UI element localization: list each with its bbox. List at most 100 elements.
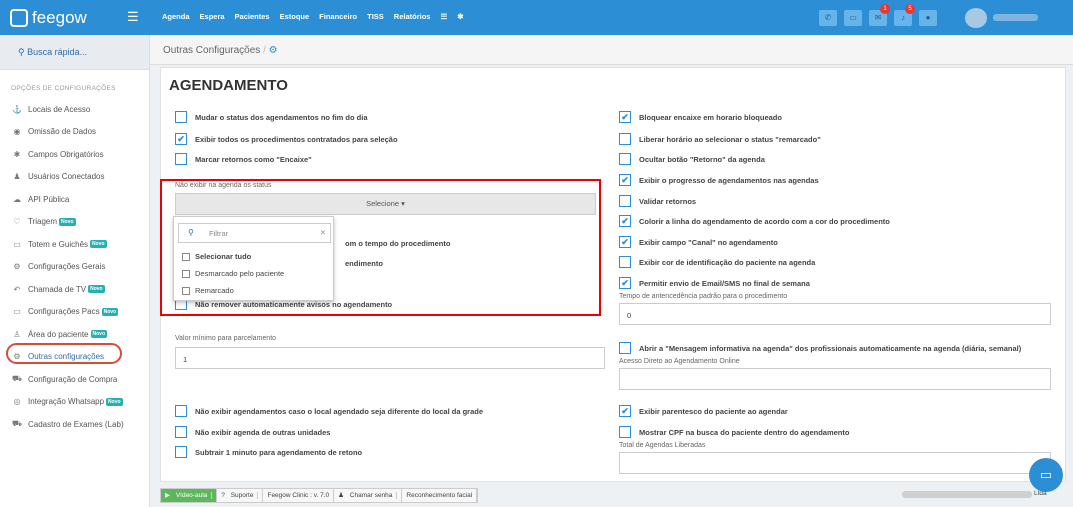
chat-widget-icon[interactable]: ▭ bbox=[1029, 458, 1063, 492]
nav-agenda[interactable]: Agenda bbox=[162, 12, 190, 21]
checkbox[interactable]: ✔ bbox=[619, 111, 631, 123]
phone-icon[interactable]: ✆ bbox=[819, 10, 837, 26]
check-row[interactable]: Abrir a "Mensagem informativa na agenda"… bbox=[619, 342, 1021, 354]
checkbox[interactable]: ✔ bbox=[619, 277, 631, 289]
sidebar-item-label: Configurações Gerais bbox=[28, 262, 106, 272]
nav-estoque[interactable]: Estoque bbox=[280, 12, 310, 21]
sidebar-item-label: Configurações Pacs bbox=[28, 307, 100, 317]
nav-tiss[interactable]: TISS bbox=[367, 12, 384, 21]
nav-relatorios[interactable]: Relatórios bbox=[394, 12, 431, 21]
check-row[interactable]: Mostrar CPF na busca do paciente dentro … bbox=[619, 426, 849, 438]
breadcrumb: Outras Configurações / ⚙ bbox=[150, 35, 1073, 65]
sidebar-item[interactable]: ↶ Chamada de TV Novo bbox=[0, 278, 149, 301]
sidebar-item-icon: ☁ bbox=[13, 194, 21, 204]
antecedence-input[interactable]: 0 bbox=[619, 303, 1051, 325]
check-row[interactable]: ✔ Exibir parentesco do paciente ao agenda… bbox=[619, 405, 788, 417]
checkbox[interactable] bbox=[619, 342, 631, 354]
new-badge: Novo bbox=[59, 217, 76, 226]
video-class-button[interactable]: ▶ Vídeo-aula bbox=[161, 489, 218, 502]
sidebar-item[interactable]: ◉ Omissão de Dados bbox=[0, 121, 149, 144]
new-badge: Novo bbox=[106, 397, 123, 406]
check-row[interactable]: ✔ Exibir o progresso de agendamentos nas … bbox=[619, 174, 819, 186]
nav-pacientes[interactable]: Pacientes bbox=[235, 12, 270, 21]
menu-icon[interactable]: ☰ bbox=[127, 9, 139, 25]
checkbox[interactable] bbox=[619, 133, 631, 145]
footer-bar: ▶ Vídeo-aula ? Suporte Feegow Clinic : v… bbox=[160, 488, 479, 503]
sidebar-item[interactable]: ⛟ Cadastro de Exames (Lab) bbox=[0, 413, 149, 436]
online-access-input[interactable] bbox=[619, 368, 1051, 390]
sidebar-item-label: Totem e Guichês bbox=[28, 239, 89, 249]
sidebar-item[interactable]: ◎ Integração Whatsapp Novo bbox=[0, 391, 149, 414]
check-row[interactable]: Ocultar botão "Retorno" da agenda bbox=[619, 153, 765, 165]
search-icon: ⚲ bbox=[18, 47, 28, 57]
checkbox[interactable] bbox=[175, 153, 187, 165]
sidebar-item-icon: ⚓ bbox=[12, 104, 22, 114]
feegow-logo[interactable]: feegow bbox=[10, 8, 87, 28]
check-row[interactable]: Marcar retornos como "Encaixe" bbox=[175, 153, 312, 165]
check-label: Marcar retornos como "Encaixe" bbox=[195, 154, 312, 164]
check-label: Exibir cor de identificação do paciente … bbox=[639, 257, 816, 267]
check-row[interactable]: Subtrair 1 minuto para agendamento de re… bbox=[175, 446, 362, 458]
check-row[interactable]: ✔ Exibir campo "Canal" no agendamento bbox=[619, 236, 778, 248]
checkbox[interactable] bbox=[175, 405, 187, 417]
facial-recognition-button[interactable]: Reconhecimento facial bbox=[402, 489, 478, 502]
sidebar-item[interactable]: ⚓ Locais de Acesso bbox=[0, 98, 149, 121]
check-row[interactable]: ✔ Colorir a linha do agendamento de acord… bbox=[619, 215, 890, 227]
check-row[interactable]: Mudar o status dos agendamentos no fim d… bbox=[175, 111, 368, 123]
support-link[interactable]: ? Suporte bbox=[217, 489, 264, 502]
min-installment-input[interactable]: 1 bbox=[175, 347, 605, 369]
checkbox[interactable]: ✔ bbox=[619, 405, 631, 417]
checkbox[interactable]: ✔ bbox=[619, 174, 631, 186]
checkbox[interactable] bbox=[619, 153, 631, 165]
chat-icon[interactable]: ● bbox=[919, 10, 937, 26]
checkbox[interactable] bbox=[619, 195, 631, 207]
check-label: Exibir parentesco do paciente ao agendar bbox=[639, 406, 788, 416]
sidebar-item[interactable]: ♟ Usuários Conectados bbox=[0, 166, 149, 189]
highlight-circle bbox=[6, 343, 122, 364]
sidebar-item[interactable]: ☁ API Pública bbox=[0, 188, 149, 211]
check-label: Subtrair 1 minuto para agendamento de re… bbox=[195, 447, 363, 457]
top-bar: feegow ☰ Agenda Espera Pacientes Estoque… bbox=[0, 0, 1073, 35]
checkbox[interactable]: ✔ bbox=[619, 236, 631, 248]
checkbox[interactable] bbox=[175, 111, 187, 123]
check-row[interactable]: Validar retornos bbox=[619, 195, 696, 207]
database-icon[interactable]: ☰ bbox=[440, 12, 447, 21]
sidebar-item[interactable]: ♡ Triagem Novo bbox=[0, 211, 149, 234]
check-row[interactable]: Não exibir agendamentos caso o local age… bbox=[175, 405, 483, 417]
sidebar-item[interactable]: ⚙ Configurações Gerais bbox=[0, 256, 149, 279]
nav-financeiro[interactable]: Financeiro bbox=[319, 12, 357, 21]
bell-icon[interactable]: ♪ 5 bbox=[894, 4, 915, 26]
sidebar-item[interactable]: ✱ Campos Obrigatórios bbox=[0, 143, 149, 166]
sidebar-item[interactable]: ⛟ Configuração de Compra bbox=[0, 368, 149, 391]
sidebar-item-icon: ✱ bbox=[13, 149, 21, 159]
released-input[interactable] bbox=[619, 452, 1051, 474]
alerts-badge: 5 bbox=[905, 4, 915, 14]
checkbox[interactable] bbox=[175, 426, 187, 438]
user-name-blurred[interactable] bbox=[993, 14, 1038, 21]
checkbox[interactable]: ✔ bbox=[175, 133, 187, 145]
avatar[interactable] bbox=[965, 8, 987, 28]
messages-icon[interactable]: ✉ 1 bbox=[869, 4, 890, 26]
quick-search[interactable]: ⚲ Busca rápida... bbox=[0, 35, 149, 70]
sidebar-section-title: OPÇÕES DE CONFIGURAÇÕES bbox=[11, 85, 116, 92]
call-password-button[interactable]: ♟ Chamar senha bbox=[334, 489, 403, 502]
checkbox[interactable] bbox=[175, 446, 187, 458]
checkbox[interactable]: ✔ bbox=[619, 215, 631, 227]
gear-icon[interactable]: ✱ bbox=[457, 12, 463, 21]
check-row[interactable]: ✔ Bloquear encaixe em horario bloqueado bbox=[619, 111, 782, 123]
sidebar-item[interactable]: ▭ Configurações Pacs Novo bbox=[0, 301, 149, 324]
check-row[interactable]: ✔ Permitir envio de Email/SMS no final de… bbox=[619, 277, 810, 289]
check-row[interactable]: Liberar horário ao selecionar o status "… bbox=[619, 133, 821, 145]
checkbox[interactable] bbox=[619, 426, 631, 438]
check-row[interactable]: Exibir cor de identificação do paciente … bbox=[619, 256, 815, 268]
sidebar-item[interactable]: ▭ Totem e Guichês Novo bbox=[0, 233, 149, 256]
breadcrumb-title: Outras Configurações bbox=[163, 45, 261, 56]
check-label: Liberar horário ao selecionar o status "… bbox=[639, 134, 821, 144]
check-row[interactable]: Não exibir agenda de outras unidades bbox=[175, 426, 330, 438]
call-password-label: Chamar senha bbox=[345, 492, 398, 499]
inbox-icon[interactable]: ▭ bbox=[844, 10, 862, 26]
checkbox[interactable] bbox=[619, 256, 631, 268]
nav-espera[interactable]: Espera bbox=[200, 12, 225, 21]
check-row[interactable]: ✔ Exibir todos os procedimentos contratad… bbox=[175, 133, 398, 145]
sidebar-item-label: Integração Whatsapp bbox=[28, 397, 105, 407]
